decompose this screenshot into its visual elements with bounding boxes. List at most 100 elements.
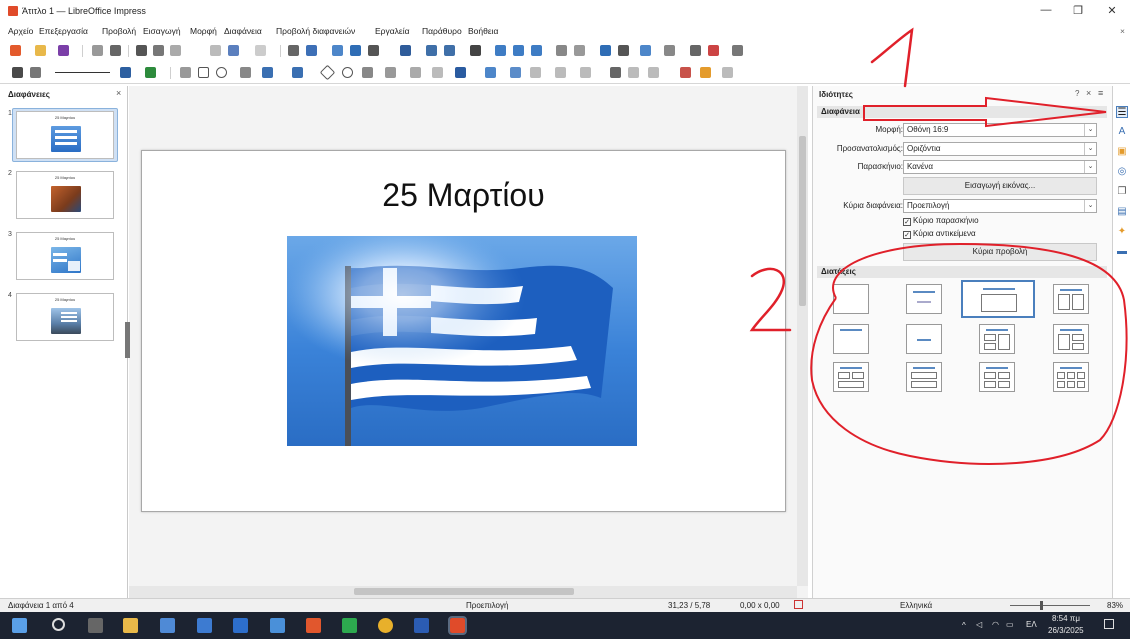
master-background-checkbox[interactable]: ✓ Κύριο παρασκήνιο (903, 216, 979, 226)
crop-icon[interactable] (610, 67, 621, 78)
start-current-slide-icon[interactable] (444, 45, 455, 56)
minimize-button[interactable]: — (1034, 4, 1058, 18)
cut-icon[interactable] (136, 45, 147, 56)
line-tool-icon[interactable] (180, 67, 191, 78)
line-color-icon[interactable] (120, 67, 131, 78)
menu-slideshow[interactable]: Προβολή διαφανειών (276, 26, 355, 36)
hyperlink-icon[interactable] (618, 45, 629, 56)
line-style-icon[interactable] (55, 72, 110, 73)
properties-deck-icon[interactable]: ☰ (1116, 106, 1128, 118)
layout-title-content-2-content[interactable] (1053, 324, 1089, 354)
zoom-slider[interactable] (1010, 605, 1090, 606)
document-modified-icon[interactable] (794, 600, 803, 609)
input-language[interactable]: ΕΛ (1026, 620, 1037, 629)
helplines-icon[interactable] (350, 45, 361, 56)
symbol-shapes-icon[interactable] (342, 67, 353, 78)
impress-taskbar-icon[interactable] (448, 616, 467, 635)
new-slide-icon[interactable] (690, 45, 701, 56)
shadow-icon[interactable] (510, 67, 521, 78)
slide-thumbnail-3[interactable]: 25 Μαρτίου (16, 232, 114, 280)
sidebar-menu-icon[interactable]: ≡ (1098, 88, 1103, 98)
gallery-deck-icon[interactable]: ▣ (1116, 146, 1128, 158)
menu-insert[interactable]: Εισαγωγή (143, 26, 181, 36)
volume-icon[interactable]: ◁ (976, 620, 982, 629)
layouts-section-header[interactable]: Διατάξεις (817, 266, 1107, 278)
orientation-dropdown[interactable]: Οριζόντια ⌄ (903, 142, 1097, 156)
fontwork-icon[interactable] (600, 45, 611, 56)
special-character-icon[interactable] (574, 45, 585, 56)
clock-date[interactable]: 26/3/2025 (1048, 626, 1084, 635)
sidebar-help-icon[interactable]: ? (1075, 89, 1079, 98)
fill-color-icon[interactable] (145, 67, 156, 78)
delete-slide-icon[interactable] (708, 45, 719, 56)
menu-edit[interactable]: Επεξεργασία (39, 26, 88, 36)
horizontal-scroll-thumb[interactable] (354, 588, 574, 595)
media-player-icon[interactable] (233, 618, 248, 633)
grid-icon[interactable] (332, 45, 343, 56)
language-status[interactable]: Ελληνικά (900, 601, 932, 610)
insert-image-button[interactable]: Εισαγωγή εικόνας... (903, 177, 1097, 195)
layout-title-only[interactable] (833, 324, 869, 354)
callout-icon[interactable] (410, 67, 421, 78)
task-view-icon[interactable] (88, 618, 103, 633)
battery-icon[interactable]: ▭ (1006, 620, 1014, 629)
slide-thumbnail-2[interactable]: 25 Μαρτίου (16, 171, 114, 219)
menu-tools[interactable]: Εργαλεία (375, 26, 410, 36)
slide-transition-deck-icon[interactable]: ✦ (1116, 226, 1128, 238)
block-arrows-icon[interactable] (362, 67, 373, 78)
paste-icon[interactable] (170, 45, 181, 56)
menu-view[interactable]: Προβολή (102, 26, 136, 36)
undo-icon[interactable] (228, 45, 239, 56)
extrusion-icon[interactable] (648, 67, 659, 78)
media-icon[interactable] (513, 45, 524, 56)
print-icon[interactable] (110, 45, 121, 56)
glue-points-icon[interactable] (700, 67, 711, 78)
export-pdf-icon[interactable] (92, 45, 103, 56)
zoom-slider-thumb[interactable] (1040, 601, 1043, 610)
tray-overflow-icon[interactable]: ^ (962, 621, 966, 630)
close-button[interactable]: ✕ (1100, 4, 1124, 18)
select-icon[interactable] (12, 67, 23, 78)
3d-objects-icon[interactable] (455, 67, 466, 78)
rotate-icon[interactable] (485, 67, 496, 78)
document-close-icon[interactable]: × (1120, 26, 1125, 36)
wifi-icon[interactable]: ◠ (992, 620, 999, 629)
slides-panel-close-icon[interactable]: × (116, 88, 121, 98)
master-view-button[interactable]: Κύρια προβολή (903, 243, 1097, 261)
star-icon[interactable] (432, 67, 443, 78)
connector-icon[interactable] (292, 67, 303, 78)
start-first-slide-icon[interactable] (426, 45, 437, 56)
save-icon[interactable] (58, 45, 69, 56)
layout-title-2-content-over[interactable] (833, 362, 869, 392)
vertical-scrollbar[interactable] (797, 86, 808, 586)
slide-canvas[interactable]: 25 Μαρτίου (141, 150, 786, 512)
arrange-icon[interactable] (555, 67, 566, 78)
brave-browser-icon[interactable] (306, 618, 321, 633)
slide-section-header[interactable]: Διαφάνεια (817, 106, 1107, 118)
menu-format[interactable]: Μορφή (190, 26, 217, 36)
master-slide-icon[interactable] (400, 45, 411, 56)
clone-formatting-icon[interactable] (210, 45, 221, 56)
redo-icon[interactable] (255, 45, 266, 56)
greek-flag-image[interactable] (287, 236, 637, 446)
copy-icon[interactable] (153, 45, 164, 56)
styles-deck-icon[interactable]: A (1116, 126, 1128, 138)
zoom-icon[interactable] (30, 67, 41, 78)
toggle-extrusion-icon[interactable] (722, 67, 733, 78)
layout-centered-text[interactable] (906, 324, 942, 354)
ellipse-icon[interactable] (216, 67, 227, 78)
slide-title[interactable]: 25 Μαρτίου (142, 177, 785, 214)
layout-title-2-content-content[interactable] (979, 324, 1015, 354)
chrome-icon[interactable] (378, 618, 393, 633)
store-icon[interactable] (197, 618, 212, 633)
textbox-icon[interactable] (556, 45, 567, 56)
horizontal-scrollbar[interactable] (129, 586, 797, 598)
show-comments-icon[interactable] (664, 45, 675, 56)
layout-title-2-content[interactable] (1053, 284, 1089, 314)
layout-title-4-content[interactable] (979, 362, 1015, 392)
menu-file[interactable]: Αρχείο (8, 26, 33, 36)
rectangle-icon[interactable] (198, 67, 209, 78)
layout-title-6-content[interactable] (1053, 362, 1089, 392)
layout-title-subtitle[interactable] (906, 284, 942, 314)
display-views-icon[interactable] (368, 45, 379, 56)
